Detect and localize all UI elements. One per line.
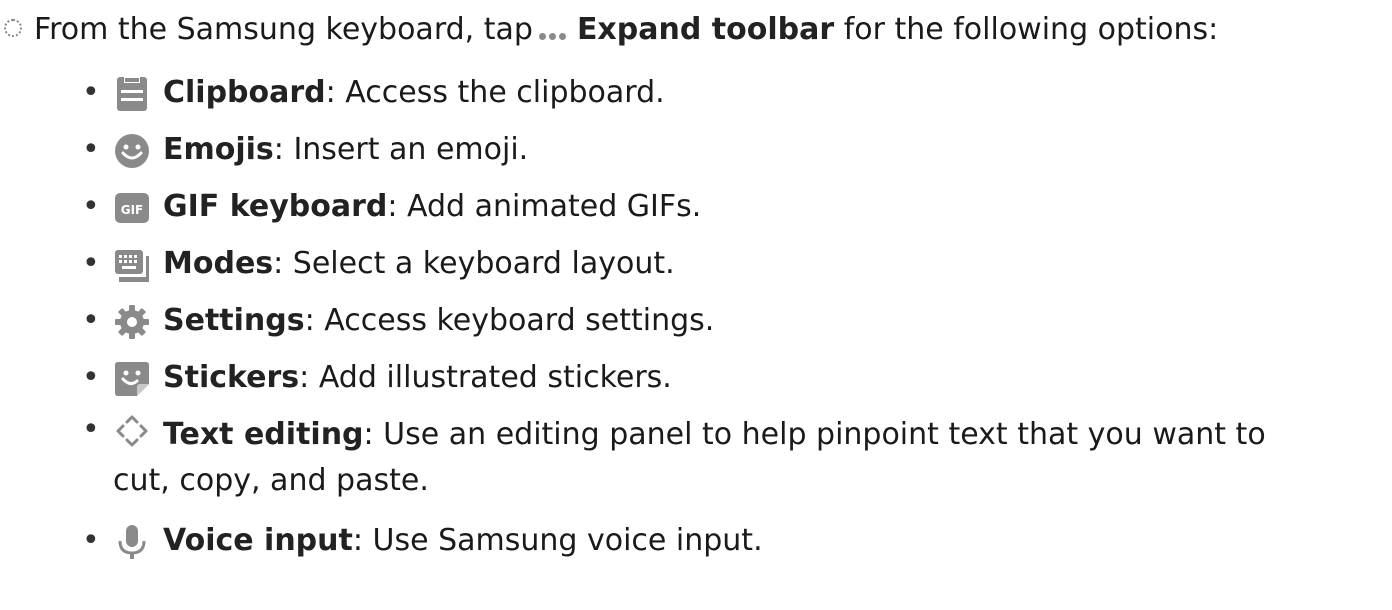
option-description: : Add animated GIFs. — [387, 189, 702, 224]
intro-text: From the Samsung keyboard, tap Expand too… — [34, 4, 1218, 57]
intro-before: From the Samsung keyboard, tap — [34, 12, 533, 47]
option-description: : Access the clipboard. — [325, 75, 665, 110]
option-gif-keyboard: • GIF GIF keyboard: Add animated GIFs. — [0, 178, 1392, 235]
option-modes: • Modes: Select a keyboard layout. — [0, 235, 1392, 292]
option-name: Modes — [163, 246, 274, 281]
option-description: : Access keyboard settings. — [304, 303, 715, 338]
option-description: : Add illustrated stickers. — [299, 360, 672, 395]
option-name: Clipboard — [163, 75, 326, 110]
option-description-continued: cut, copy, and paste. — [113, 463, 429, 498]
intro-after: for the following options: — [843, 12, 1219, 47]
options-list: • Clipboard: Access the clipboard. • Emo… — [0, 64, 1392, 569]
option-text-editing: • Text editing: Use an editing panel to … — [0, 406, 1392, 512]
option-name: Text editing — [163, 417, 364, 452]
option-description: : Insert an emoji. — [273, 132, 529, 167]
bullet: • — [82, 412, 100, 447]
sticker-icon — [115, 362, 149, 396]
bullet: • — [82, 75, 100, 110]
option-voice-input: • Voice input: Use Samsung voice input. — [0, 512, 1392, 569]
option-clipboard: • Clipboard: Access the clipboard. — [0, 64, 1392, 121]
option-description: : Use Samsung voice input. — [352, 523, 763, 558]
bullet: • — [82, 189, 100, 224]
option-stickers: • Stickers: Add illustrated stickers. — [0, 349, 1392, 406]
text-editing-icon — [116, 415, 148, 447]
option-description: : Select a keyboard layout. — [273, 246, 675, 281]
expand-toolbar-icon — [538, 5, 569, 57]
bullet: • — [82, 132, 100, 167]
option-description: : Use an editing panel to help pinpoint … — [363, 417, 1266, 452]
bullet: • — [82, 246, 100, 281]
option-name: Settings — [163, 303, 305, 338]
bullet: • — [82, 523, 100, 558]
microphone-icon — [118, 525, 146, 559]
option-emojis: • Emojis: Insert an emoji. — [0, 121, 1392, 178]
option-name: Emojis — [163, 132, 274, 167]
gif-icon: GIF — [115, 193, 149, 223]
bullet: • — [82, 303, 100, 338]
option-settings: • Settings: Access keyboard settings. — [0, 292, 1392, 349]
step-marker-icon — [4, 19, 22, 37]
bullet: • — [82, 360, 100, 395]
gear-icon — [115, 305, 149, 339]
option-name: Voice input — [163, 523, 353, 558]
clipboard-icon — [117, 77, 147, 111]
option-name: GIF keyboard — [163, 189, 388, 224]
intro-line: From the Samsung keyboard, tap Expand too… — [0, 4, 1392, 56]
gif-icon-text: GIF — [121, 203, 144, 217]
emoji-icon — [115, 134, 149, 168]
keyboard-modes-icon — [115, 250, 149, 282]
intro-emphasis: Expand toolbar — [576, 12, 835, 47]
option-name: Stickers — [163, 360, 300, 395]
